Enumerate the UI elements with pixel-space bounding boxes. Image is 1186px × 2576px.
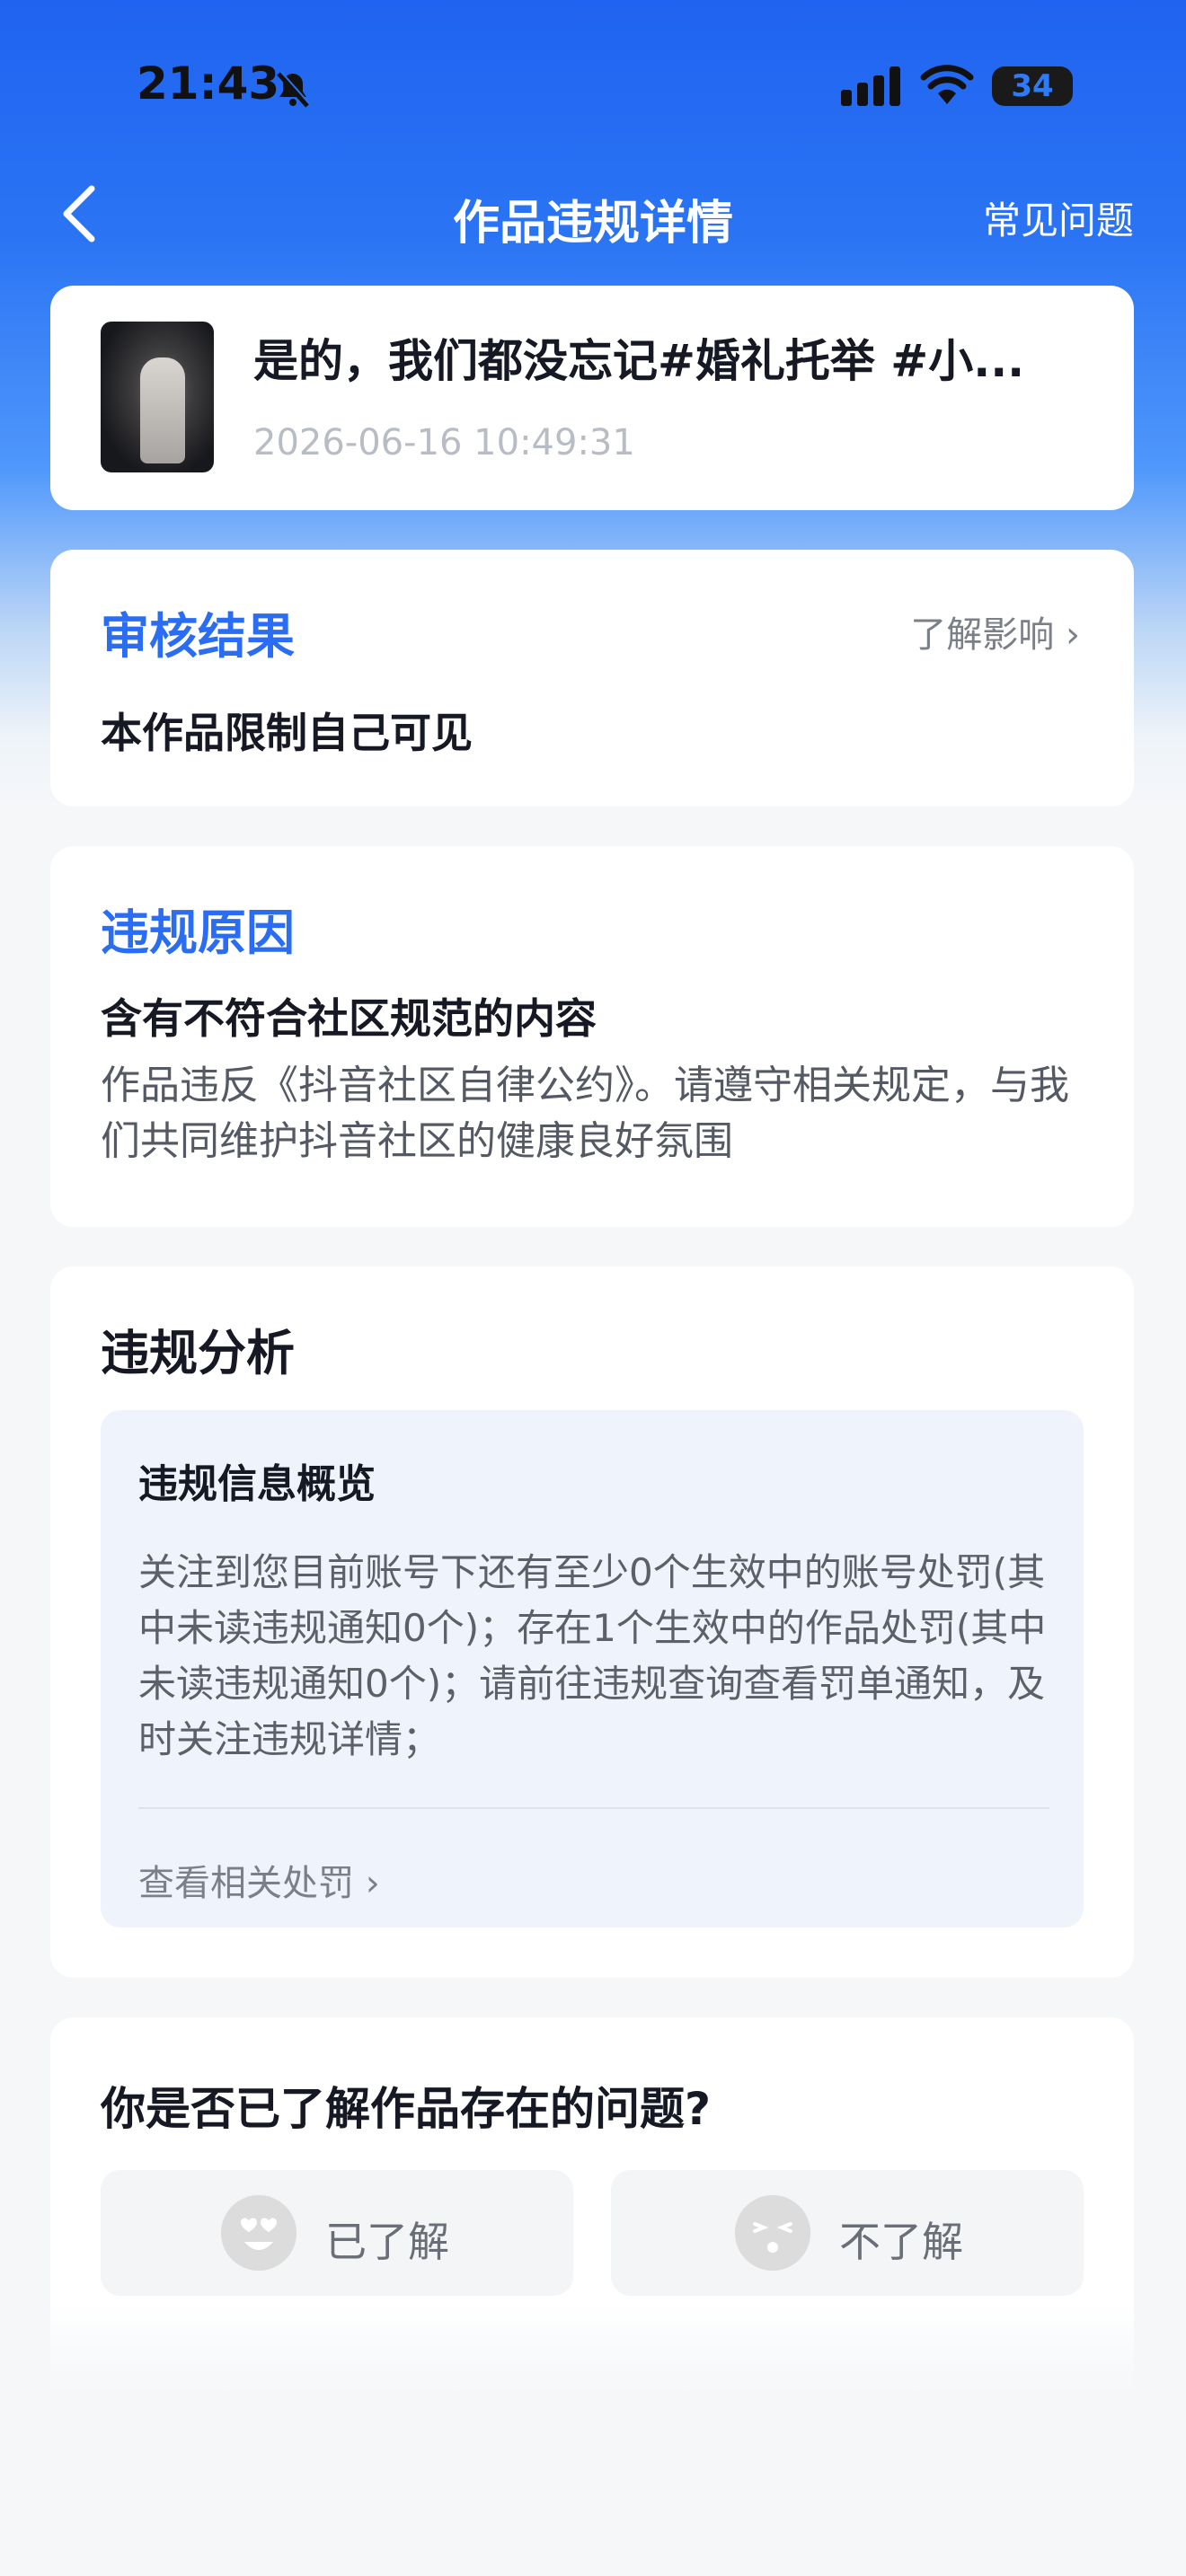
understood-label: 已了解 bbox=[325, 2218, 449, 2266]
violation-reason-summary: 含有不符合社区规范的内容 bbox=[101, 994, 597, 1043]
heart-eyes-emoji-icon bbox=[221, 2195, 296, 2271]
violation-overview-box: 违规信息概览 关注到您目前账号下还有至少0个生效中的账号处罚(其中未读违规通知0… bbox=[101, 1410, 1084, 1928]
view-penalty-link[interactable]: 查看相关处罚 › bbox=[138, 1854, 380, 1906]
status-time: 21:43 bbox=[137, 57, 280, 110]
violation-detail-page: 21:43 34 作品违规详情 常见问题 是的，我们都没忘记#婚礼托举 #小..… bbox=[0, 0, 1186, 2576]
review-result-text: 本作品限制自己可见 bbox=[101, 709, 473, 757]
overview-description: 关注到您目前账号下还有至少0个生效中的账号处罚(其中未读违规通知0个)；存在1个… bbox=[138, 1550, 1047, 1761]
not-understood-button[interactable]: 不了解 bbox=[611, 2170, 1084, 2296]
feedback-card: 你是否已了解作品存在的问题? 已了解 不了解 bbox=[50, 2017, 1134, 2576]
work-thumbnail[interactable] bbox=[101, 322, 214, 472]
violation-reason-card: 违规原因 含有不符合社区规范的内容 作品违反《抖音社区自律公约》。请遵守相关规定… bbox=[50, 846, 1134, 1227]
work-title: 是的，我们都没忘记#婚礼托举 #小... bbox=[253, 335, 1025, 387]
violation-reason-description: 作品违反《抖音社区自律公约》。请遵守相关规定，与我们共同维护抖音社区的健康良好氛… bbox=[101, 1063, 1069, 1164]
feedback-question: 你是否已了解作品存在的问题? bbox=[101, 2083, 712, 2135]
violation-analysis-card: 违规分析 违规信息概览 关注到您目前账号下还有至少0个生效中的账号处罚(其中未读… bbox=[50, 1266, 1134, 1978]
faq-link[interactable]: 常见问题 bbox=[983, 190, 1134, 245]
violation-analysis-heading: 违规分析 bbox=[101, 1325, 295, 1381]
violation-reason-heading: 违规原因 bbox=[101, 904, 295, 961]
overview-title: 违规信息概览 bbox=[138, 1461, 376, 1507]
work-timestamp: 2026-06-16 10:49:31 bbox=[253, 422, 635, 463]
confused-emoji-icon bbox=[735, 2195, 810, 2271]
review-result-heading: 审核结果 bbox=[101, 608, 295, 665]
learn-impact-link[interactable]: 了解影响 › bbox=[910, 605, 1080, 657]
status-bar: 21:43 34 bbox=[0, 0, 1186, 171]
work-card[interactable]: 是的，我们都没忘记#婚礼托举 #小... 2026-06-16 10:49:31 bbox=[50, 286, 1134, 510]
battery-indicator: 34 bbox=[992, 66, 1073, 106]
review-result-card: 审核结果 了解影响 › 本作品限制自己可见 bbox=[50, 550, 1134, 807]
cellular-signal-icon bbox=[841, 66, 900, 106]
wifi-icon bbox=[920, 65, 974, 104]
understood-button[interactable]: 已了解 bbox=[101, 2170, 573, 2296]
thumbnail-figure bbox=[140, 357, 185, 463]
not-understood-label: 不了解 bbox=[839, 2218, 963, 2266]
divider bbox=[138, 1807, 1049, 1809]
bell-off-icon bbox=[277, 71, 311, 108]
